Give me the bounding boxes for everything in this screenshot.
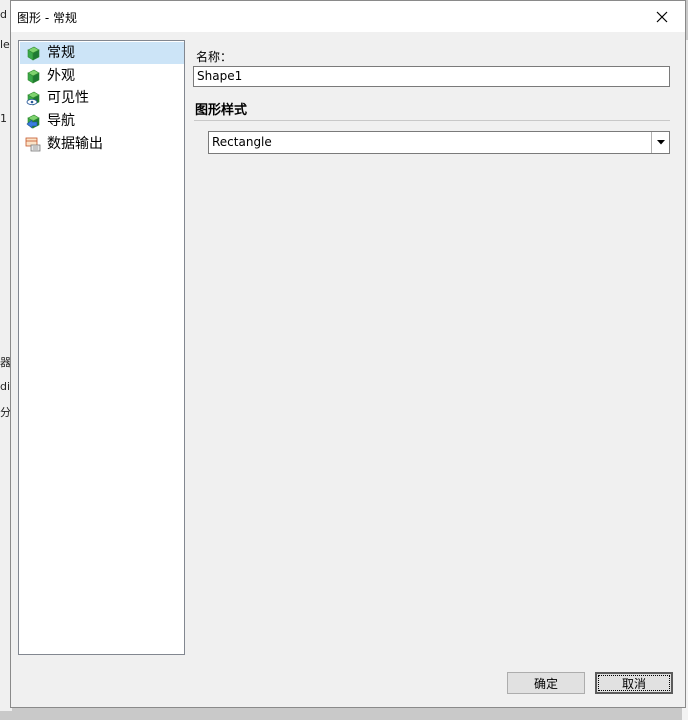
- close-icon: [656, 11, 668, 22]
- chevron-down-icon: [656, 140, 665, 145]
- nav-item-navigation[interactable]: 导航: [20, 110, 184, 132]
- nav-item-label: 常规: [47, 45, 75, 61]
- cancel-button[interactable]: 取消: [595, 672, 673, 694]
- section-divider: [194, 120, 670, 121]
- shape-properties-dialog: 图形 - 常规 常规 外观 可见性 导航 数据输出 名称： Shape1 图形样…: [10, 0, 686, 708]
- category-list: 常规 外观 可见性 导航 数据输出: [18, 40, 185, 655]
- close-button[interactable]: [639, 1, 685, 32]
- nav-item-label: 数据输出: [47, 136, 103, 152]
- background-fragment: le: [0, 38, 10, 51]
- cube-green-icon: [27, 46, 40, 61]
- nav-item-general[interactable]: 常规: [20, 42, 184, 64]
- dropdown-button[interactable]: [651, 132, 669, 153]
- name-input[interactable]: Shape1: [193, 66, 670, 87]
- data-output-icon: [25, 137, 41, 152]
- nav-item-appearance[interactable]: 外观: [20, 65, 184, 87]
- shape-style-select[interactable]: Rectangle: [208, 131, 670, 154]
- dialog-title: 图形 - 常规: [17, 11, 77, 25]
- nav-item-label: 外观: [47, 68, 75, 84]
- navigation-cube-icon: [26, 114, 40, 129]
- eye-cube-icon: [26, 91, 40, 106]
- nav-item-data-output[interactable]: 数据输出: [20, 133, 184, 155]
- shape-style-heading: 图形样式: [195, 103, 248, 118]
- nav-item-label: 可见性: [47, 90, 89, 106]
- cube-green-icon: [27, 69, 40, 84]
- title-bar[interactable]: 图形 - 常规: [11, 1, 685, 32]
- nav-item-label: 导航: [47, 113, 75, 129]
- nav-item-visibility[interactable]: 可见性: [20, 87, 184, 109]
- background-fragment: di: [0, 380, 11, 393]
- background-fragment: 1: [0, 112, 7, 125]
- ok-button[interactable]: 确定: [507, 672, 585, 694]
- shape-style-value: Rectangle: [212, 135, 272, 149]
- name-label: 名称：: [196, 50, 233, 64]
- background-fragment: d: [0, 8, 7, 21]
